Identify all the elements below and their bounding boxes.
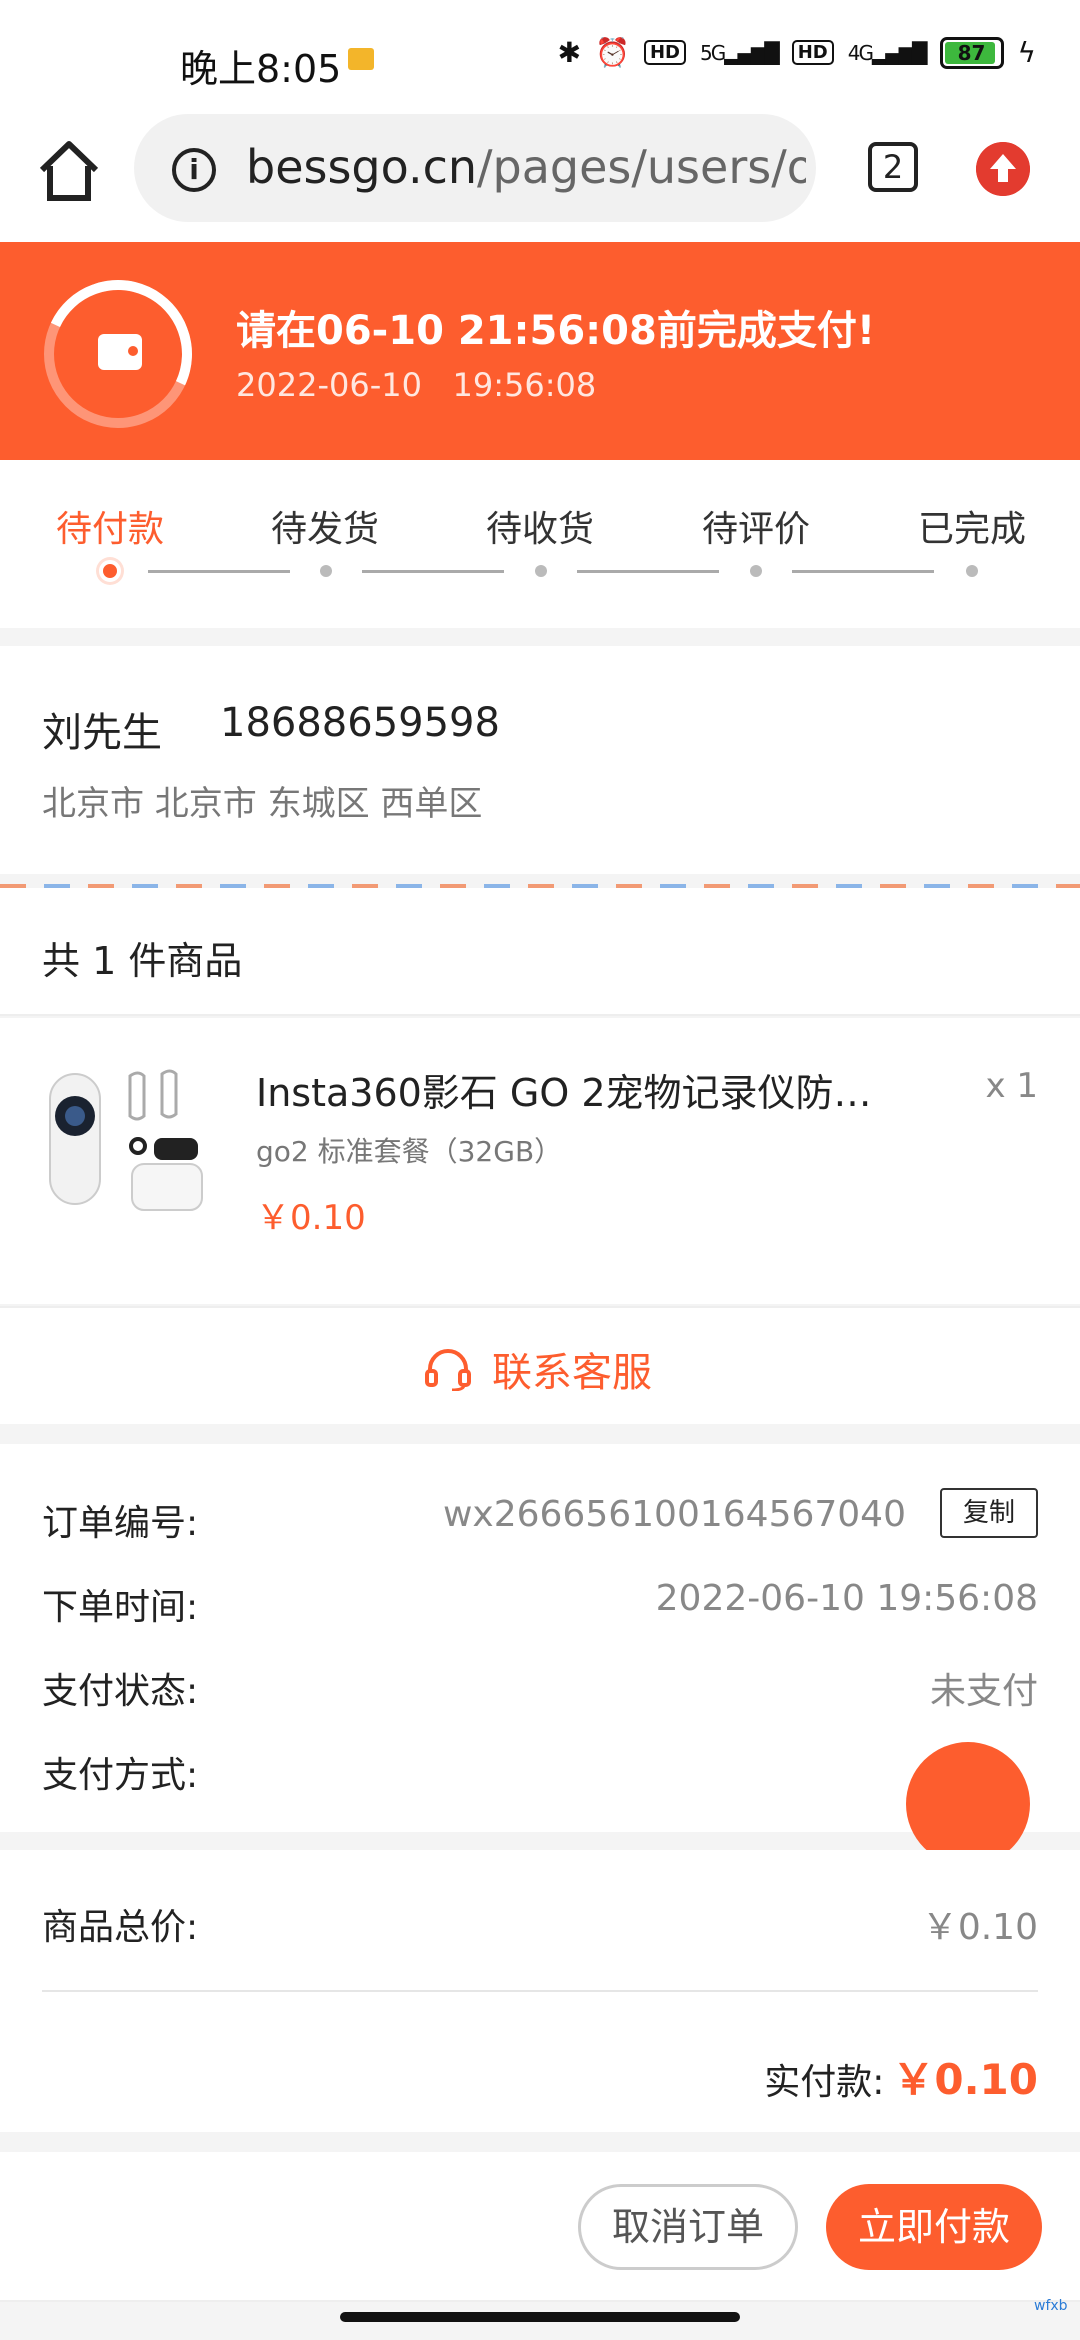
- signal-5g: 5G▂▄▆█: [699, 40, 780, 65]
- goods-total-label: 商品总价:: [42, 1907, 199, 1948]
- battery-icon: 87: [939, 36, 1004, 69]
- order-created-time: 2022-06-10 19:56:08: [236, 366, 597, 404]
- payment-status-label: 支付状态:: [42, 1671, 199, 1712]
- payment-status: 未支付: [929, 1671, 1038, 1712]
- watermark-logo: wfxb: [1034, 2298, 1068, 2314]
- recipient-phone: 18688659598: [220, 700, 500, 746]
- payment-method-label: 支付方式:: [42, 1755, 199, 1796]
- step-pending-payment: 待付款: [55, 509, 164, 550]
- status-bar: 晚上8:05 ✱ ⏰ HD 5G▂▄▆█ HD 4G▂▄▆█ 87 ϟ: [0, 0, 1080, 112]
- order-number: wx266656100164567040: [442, 1494, 906, 1535]
- hd-badge-2: HD: [791, 40, 834, 65]
- browser-toolbar: i bessgo.cn/pages/users/orc 2: [0, 112, 1080, 242]
- battery-level: 87: [957, 40, 986, 65]
- product-image: [44, 1060, 220, 1236]
- order-time-label: 下单时间:: [42, 1587, 199, 1628]
- step-dot: [750, 565, 762, 577]
- goods-count: 共 1 件商品: [42, 939, 243, 983]
- order-time: 2022-06-10 19:56:08: [655, 1578, 1038, 1619]
- floating-action-button[interactable]: [906, 1742, 1030, 1866]
- list-item[interactable]: Insta360影石 GO 2宠物记录仪防水… x 1 go2 标准套餐（32G…: [0, 1018, 1080, 1304]
- divider: [42, 1990, 1038, 1992]
- status-icons: ✱ ⏰ HD 5G▂▄▆█ HD 4G▂▄▆█ 87 ϟ: [558, 36, 1036, 69]
- bottom-action-bar: 取消订单 立即付款: [0, 2152, 1080, 2302]
- shipping-address[interactable]: 刘先生 18688659598 北京市 北京市 东城区 西单区: [0, 646, 1080, 874]
- payment-countdown-banner: 请在06-10 21:56:08前完成支付! 2022-06-10 19:56:…: [0, 242, 1080, 460]
- address-bar[interactable]: i bessgo.cn/pages/users/orc: [134, 114, 816, 222]
- contact-service-label: 联系客服: [492, 1350, 652, 1396]
- home-icon[interactable]: [34, 136, 104, 206]
- step-pending-receipt: 待收货: [485, 509, 594, 550]
- product-price: ￥0.10: [256, 1198, 366, 1238]
- payment-method-row: 支付方式:: [42, 1746, 1038, 1802]
- gesture-home-bar[interactable]: [340, 2312, 740, 2322]
- contact-service-button[interactable]: 联系客服: [0, 1306, 1080, 1424]
- step-pending-shipment: 待发货: [270, 509, 379, 550]
- goods-total: ￥0.10: [921, 1907, 1038, 1948]
- product-spec: go2 标准套餐（32GB）: [256, 1135, 563, 1168]
- bluetooth-icon: ✱: [557, 36, 582, 69]
- update-icon[interactable]: [976, 142, 1030, 196]
- step-pending-review: 待评价: [701, 509, 810, 550]
- product-quantity: x 1: [985, 1066, 1038, 1106]
- payment-status-row: 支付状态: 未支付: [42, 1662, 1038, 1718]
- goods-header: 共 1 件商品: [0, 888, 1080, 1016]
- signal-4g: 4G▂▄▆█: [847, 40, 928, 65]
- mail-notification-icon: [348, 48, 374, 70]
- order-totals: 商品总价: ￥0.10 实付款: ￥0.10: [0, 1850, 1080, 2132]
- pay-now-button[interactable]: 立即付款: [826, 2184, 1042, 2270]
- address-line: 北京市 北京市 东城区 西单区: [42, 784, 483, 824]
- order-number-row: 订单编号: wx266656100164567040 复制: [42, 1488, 1038, 1550]
- product-title[interactable]: Insta360影石 GO 2宠物记录仪防水…: [256, 1062, 896, 1117]
- step-dot: [320, 565, 332, 577]
- status-time: 晚上8:05: [180, 47, 342, 91]
- paid-amount: ￥0.10: [892, 2055, 1038, 2104]
- tabs-icon[interactable]: 2: [868, 142, 918, 192]
- alarm-icon: ⏰: [595, 36, 630, 69]
- step-completed: 已完成: [917, 509, 1026, 550]
- step-dot: [535, 565, 547, 577]
- headset-icon: [425, 1349, 471, 1391]
- paid-amount-row: 实付款: ￥0.10: [764, 2046, 1038, 2107]
- order-time-row: 下单时间: 2022-06-10 19:56:08: [42, 1578, 1038, 1634]
- charging-icon: ϟ: [1017, 36, 1036, 69]
- paid-amount-label: 实付款:: [764, 2062, 885, 2103]
- url-text[interactable]: bessgo.cn/pages/users/orc: [246, 140, 806, 194]
- recipient-name: 刘先生: [42, 710, 162, 756]
- hd-badge: HD: [643, 40, 686, 65]
- step-dot-active: [99, 560, 121, 582]
- order-number-label: 订单编号:: [42, 1503, 199, 1544]
- copy-button[interactable]: 复制: [940, 1488, 1038, 1538]
- wallet-icon: [98, 334, 142, 370]
- cancel-order-button[interactable]: 取消订单: [578, 2184, 798, 2270]
- payment-deadline: 请在06-10 21:56:08前完成支付!: [236, 308, 876, 354]
- order-progress: 待付款 待发货 待收货 待评价 已完成: [0, 460, 1080, 628]
- step-dot: [966, 565, 978, 577]
- info-icon[interactable]: i: [172, 148, 216, 192]
